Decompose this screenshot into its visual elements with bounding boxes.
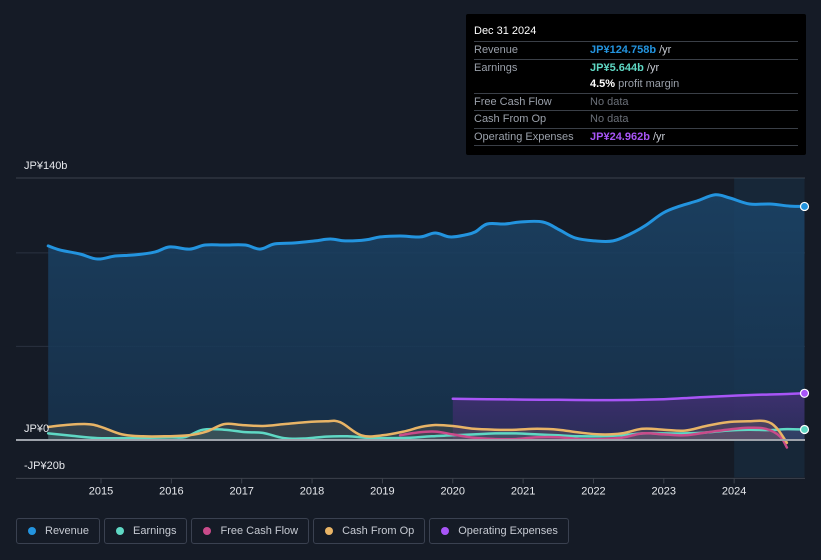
tooltip-value: No data — [590, 95, 629, 108]
tooltip-suffix: /yr — [649, 130, 666, 143]
x-tick-label: 2015 — [89, 485, 113, 497]
end-marker-operating-expenses — [799, 388, 810, 398]
legend-dot-icon — [116, 527, 125, 535]
tooltip-label: Free Cash Flow — [474, 95, 552, 108]
tooltip-label: Revenue — [474, 44, 519, 56]
tooltip-value: 4.5% — [590, 78, 616, 90]
legend: Revenue Earnings Free Cash Flow Cash Fro… — [16, 518, 569, 544]
tooltip-row-free-cash-flow: Free Cash Flow No data — [474, 92, 798, 111]
tooltip-label: Cash From Op — [474, 113, 547, 125]
legend-dot-icon — [441, 527, 450, 535]
tooltip-row-operating-expenses: Operating Expenses JP¥24.962b /yr — [474, 127, 798, 146]
tooltip-value: JP¥24.962b — [590, 130, 650, 143]
tooltip-row-profit-margin: 4.5% profit margin — [474, 76, 798, 93]
tooltip-label: Earnings — [474, 61, 518, 74]
legend-label: Free Cash Flow — [220, 525, 299, 537]
x-tick-label: 2024 — [722, 485, 746, 497]
series-areas — [48, 194, 805, 448]
y-tick-label-0: JP¥0 — [24, 423, 50, 435]
tooltip-suffix: /yr — [656, 44, 672, 56]
tooltip-row-cash-from-op: Cash From Op No data — [474, 110, 798, 128]
x-tick-label: 2020 — [441, 485, 465, 497]
end-marker-revenue — [799, 201, 810, 212]
legend-label: Cash From Op — [342, 525, 415, 537]
x-tick-label: 2016 — [159, 485, 183, 497]
x-tick-label: 2017 — [229, 485, 253, 497]
tooltip-suffix: /yr — [643, 61, 660, 74]
end-marker-earnings — [799, 424, 810, 435]
tooltip: Dec 31 2024 Revenue JP¥124.758b /yr Earn… — [466, 14, 806, 155]
tooltip-value: JP¥124.758b — [590, 44, 657, 56]
tooltip-suffix: profit margin — [615, 78, 680, 90]
legend-dot-icon — [325, 527, 334, 535]
legend-item-free-cash-flow[interactable]: Free Cash Flow — [191, 518, 310, 544]
y-tick-label-140: JP¥140b — [24, 160, 68, 172]
legend-item-earnings[interactable]: Earnings — [104, 518, 188, 544]
legend-label: Operating Expenses — [458, 525, 558, 537]
y-tick-label-neg20: -JP¥20b — [24, 460, 65, 472]
x-tick-label: 2021 — [511, 485, 535, 497]
x-tick-label: 2019 — [370, 485, 394, 497]
tooltip-value: No data — [590, 113, 629, 125]
x-tick-label: 2023 — [652, 485, 676, 497]
tooltip-row-earnings: Earnings JP¥5.644b /yr — [474, 58, 798, 77]
x-tick-label: 2022 — [581, 485, 605, 497]
legend-label: Revenue — [45, 525, 90, 537]
legend-item-revenue[interactable]: Revenue — [16, 518, 101, 544]
x-tick-label: 2018 — [300, 485, 324, 497]
tooltip-row-revenue: Revenue JP¥124.758b /yr — [474, 41, 798, 59]
tooltip-date: Dec 31 2024 — [474, 25, 537, 37]
legend-item-operating-expenses[interactable]: Operating Expenses — [429, 518, 569, 544]
x-axis: 2015 2016 2017 2018 2019 2020 2021 2022 2023 2024 — [89, 478, 746, 497]
legend-dot-icon — [203, 527, 212, 535]
tooltip-value: JP¥5.644b — [590, 61, 644, 74]
legend-label: Earnings — [133, 525, 177, 537]
tooltip-label: Operating Expenses — [474, 130, 574, 143]
legend-dot-icon — [28, 527, 36, 535]
legend-item-cash-from-op[interactable]: Cash From Op — [313, 518, 426, 544]
tooltip-label — [474, 76, 590, 93]
